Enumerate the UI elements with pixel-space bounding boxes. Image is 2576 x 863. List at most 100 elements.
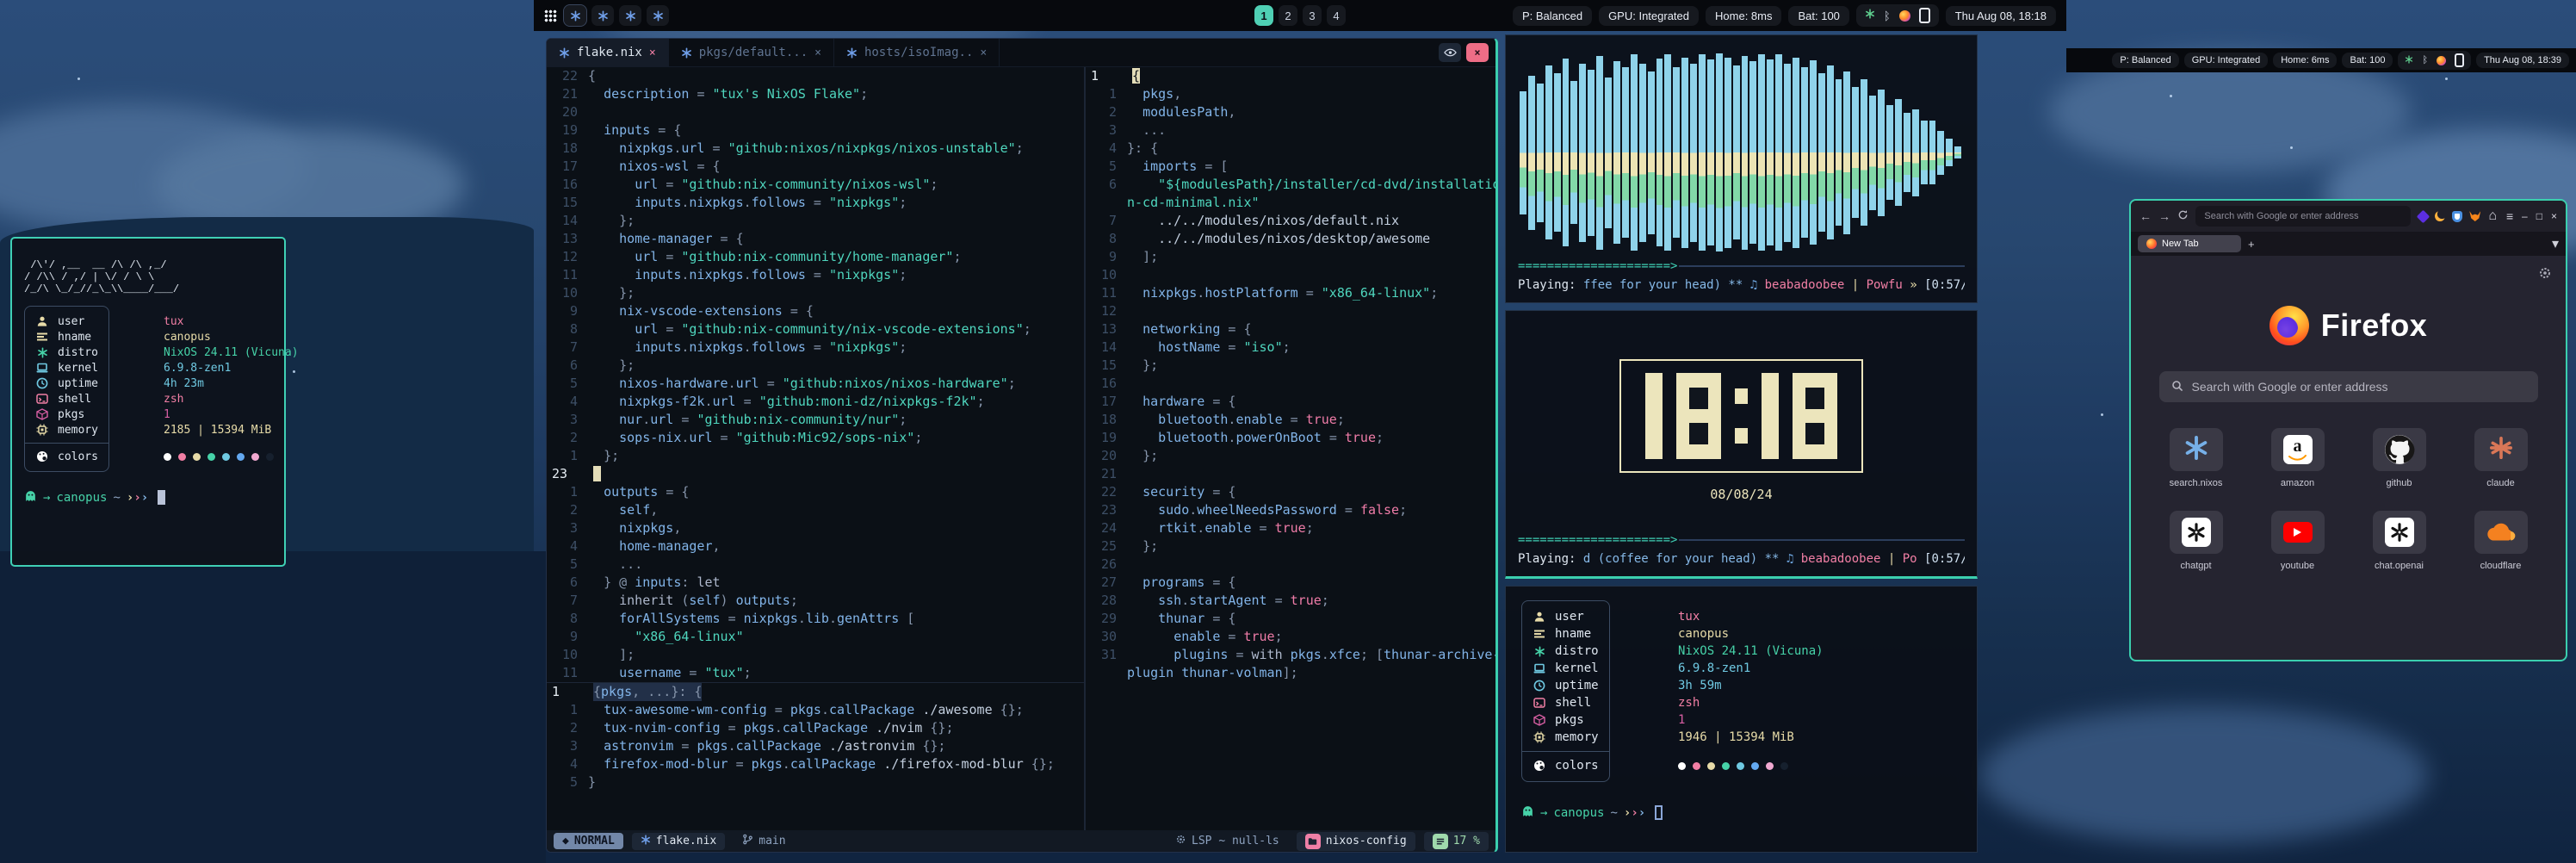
code-line: plugin thunar-volman];	[1086, 664, 1495, 682]
code-line: 1{pkgs, ...}: {	[547, 683, 1084, 701]
new-tab-button[interactable]: +	[2248, 238, 2255, 251]
code-line: 3 astronvim = pkgs.callPackage ./astronv…	[547, 737, 1084, 755]
app-launcher-icon[interactable]	[544, 9, 557, 22]
shortcut-chat-openai[interactable]: chat.openai	[2358, 511, 2441, 571]
url-bar[interactable]: Search with Google or enter address	[2195, 206, 2411, 227]
editor-tab-hosts-isoImag-[interactable]: hosts/isoImag..×	[834, 39, 1000, 66]
maximize-button[interactable]: □	[2536, 210, 2542, 222]
code-line: 9 nix-vscode-extensions = {	[547, 302, 1084, 320]
close-buffer-button[interactable]: ×	[1466, 43, 1489, 62]
fetch-row-distro: distro	[35, 345, 98, 360]
close-tab-icon[interactable]: ×	[649, 47, 656, 59]
nix-app-icon[interactable]	[619, 5, 641, 26]
code-line: n-cd-minimal.nix"	[1086, 194, 1495, 212]
shortcut-github[interactable]: github	[2358, 428, 2441, 488]
clock-digit	[1735, 388, 1748, 444]
close-button[interactable]: ×	[2551, 210, 2557, 222]
code-line: 29 thunar = {	[1086, 610, 1495, 628]
fetch-row-uptime: uptime	[35, 376, 98, 391]
shortcut-claude[interactable]: claude	[2460, 428, 2542, 488]
extension-fox-icon[interactable]	[2469, 209, 2480, 223]
editor-tab-flake-nix[interactable]: flake.nix×	[547, 39, 669, 66]
shortcut-search-nixos[interactable]: search.nixos	[2155, 428, 2238, 488]
bluetooth-icon[interactable]: ᛒ	[2422, 55, 2428, 65]
save-to-pocket-icon[interactable]: ⌂	[2487, 209, 2498, 223]
cava-visualizer-panel[interactable]: =====================> Playing: ffee for…	[1505, 34, 1978, 303]
firefox-tray-icon[interactable]	[2437, 56, 2446, 65]
clock-digit	[1645, 373, 1663, 459]
openai-tile-icon	[2170, 511, 2223, 554]
neovim-window[interactable]: flake.nix×pkgs/default...×hosts/isoImag.…	[546, 38, 1498, 853]
kitty-terminal-fetch-window[interactable]: /\'/ ,__ __ /\ /\ ,_/ / /\\ / ,/ | \/ / …	[10, 237, 286, 567]
tty-clock-panel[interactable]: 08/08/24 =====================> Playing:…	[1505, 310, 1978, 579]
editor-tab-pkgs-default-[interactable]: pkgs/default...×	[669, 39, 834, 66]
nix-app-icon[interactable]	[564, 5, 586, 26]
plant-icon[interactable]	[1865, 8, 1875, 23]
phone-icon[interactable]	[1919, 8, 1930, 23]
shell-prompt[interactable]: →canopus~›››	[1521, 804, 1961, 821]
chevron-down-icon[interactable]: ▾	[2552, 235, 2559, 252]
open-apps-list	[564, 5, 669, 26]
close-tab-icon[interactable]: ×	[980, 47, 987, 59]
firefox-tray-icon[interactable]	[1899, 10, 1910, 22]
firefox-window[interactable]: ← → Search with Google or enter address …	[2129, 199, 2567, 661]
nix-app-icon[interactable]	[647, 5, 669, 26]
shortcut-chatgpt[interactable]: chatgpt	[2155, 511, 2238, 571]
extension-shield-icon[interactable]	[2452, 209, 2462, 223]
ghost-icon	[24, 489, 37, 506]
code-line: 5 imports = [	[1086, 158, 1495, 176]
code-line: 2 modulesPath,	[1086, 103, 1495, 121]
separator-line: =====================>	[1518, 533, 1965, 547]
code-line: 13 home-manager = {	[547, 230, 1084, 248]
shortcut-youtube[interactable]: youtube	[2257, 511, 2339, 571]
workspace-4[interactable]: 4	[1327, 5, 1346, 26]
extension-gem-icon[interactable]	[2418, 209, 2428, 223]
workspace-1[interactable]: 1	[1254, 5, 1273, 26]
reload-button[interactable]	[2177, 209, 2189, 223]
code-line: 30 enable = true;	[1086, 628, 1495, 646]
code-pane-pkgs-default[interactable]: 1{pkgs, ...}: {1 tux-awesome-wm-config =…	[547, 682, 1084, 830]
code-line: 5}	[547, 773, 1084, 792]
code-pane-iso-image[interactable]: 1{1 pkgs,2 modulesPath,3 ...4}: {5 impor…	[1084, 67, 1495, 830]
fetch-row-memory: memory	[1533, 729, 1599, 746]
code-pane-flake-nix[interactable]: 22{21 description = "tux's NixOS Flake";…	[547, 67, 1084, 682]
search-bar[interactable]: Search with Google or enter address	[2159, 371, 2538, 402]
menu-icon[interactable]: ≡	[2505, 209, 2515, 223]
code-line: 15 };	[1086, 357, 1495, 375]
clock-digit	[1762, 373, 1779, 459]
firefox-tab-bar: New Tab + ▾	[2131, 232, 2566, 256]
color-palette	[1678, 757, 1824, 774]
code-line: 21	[1086, 465, 1495, 483]
statusline-filename: flake.nix	[632, 833, 725, 850]
fetch-row-user: user	[35, 314, 98, 329]
eye-icon[interactable]	[1439, 43, 1461, 62]
shortcut-amazon[interactable]: aamazon	[2257, 428, 2339, 488]
pkgs-icon	[35, 408, 49, 420]
code-line: 2 self,	[547, 501, 1084, 519]
code-line: 9 ];	[1086, 248, 1495, 266]
fetch-terminal-panel[interactable]: userhnamedistrokerneluptimeshellpkgsmemo…	[1505, 586, 1978, 853]
minimize-button[interactable]: –	[2522, 210, 2528, 222]
code-line: 22 security = {	[1086, 483, 1495, 501]
workspace-3[interactable]: 3	[1303, 5, 1322, 26]
code-line: 18 bluetooth.enable = true;	[1086, 411, 1495, 429]
nix-app-icon[interactable]	[591, 5, 614, 26]
shell-prompt[interactable]: →canopus~›››	[24, 489, 272, 506]
code-line: 17 hardware = {	[1086, 393, 1495, 411]
bluetooth-icon[interactable]: ᛒ	[1884, 9, 1891, 22]
gear-icon[interactable]	[2538, 266, 2552, 284]
tab-new-tab[interactable]: New Tab	[2138, 235, 2241, 252]
extension-crescent-icon[interactable]	[2435, 209, 2445, 223]
workspace-2[interactable]: 2	[1279, 5, 1297, 26]
code-line: 14 hostName = "iso";	[1086, 338, 1495, 357]
close-tab-icon[interactable]: ×	[814, 47, 821, 59]
gear-icon	[1175, 834, 1186, 848]
code-line: 8 ../../modules/nixos/desktop/awesome	[1086, 230, 1495, 248]
plant-icon[interactable]	[2405, 53, 2413, 68]
code-line: 3 ...	[1086, 121, 1495, 140]
phone-icon[interactable]	[2455, 53, 2464, 67]
shortcut-cloudflare[interactable]: cloudflare	[2460, 511, 2542, 571]
back-button[interactable]: ←	[2139, 209, 2152, 223]
forward-button[interactable]: →	[2158, 209, 2170, 223]
code-line: 22{	[547, 67, 1084, 85]
